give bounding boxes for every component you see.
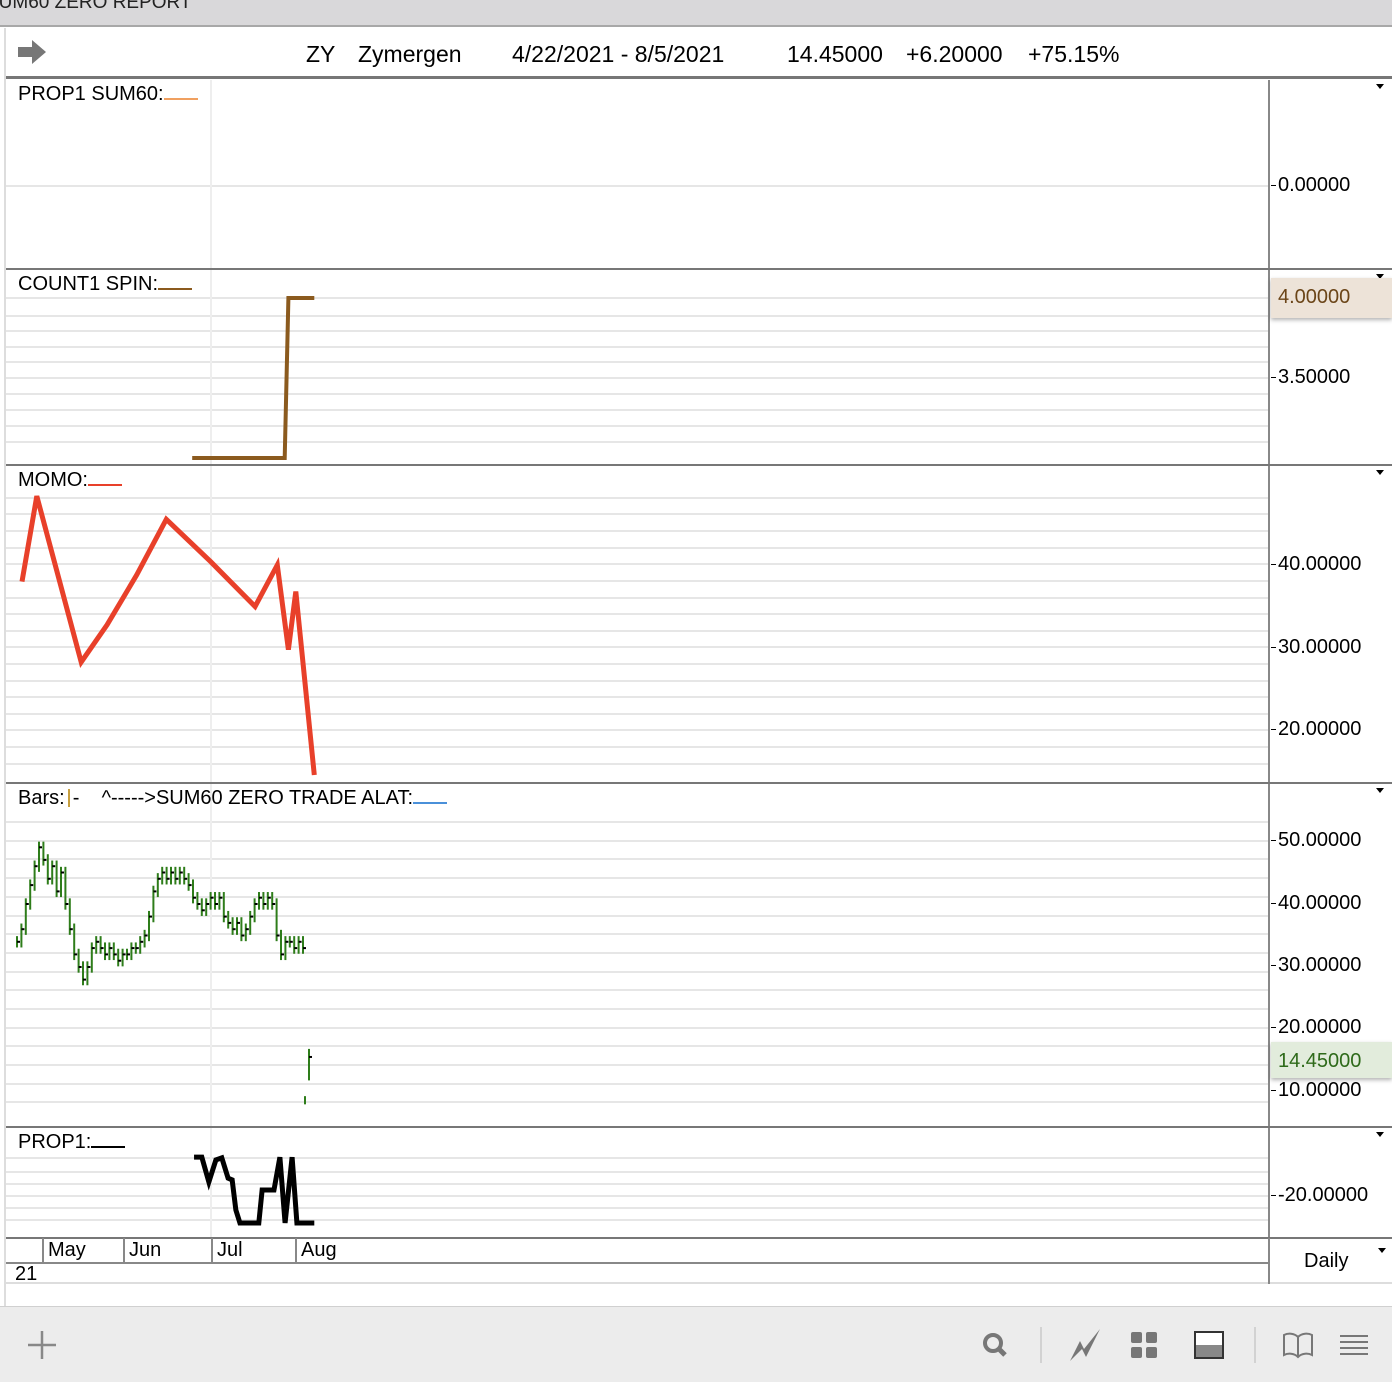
menu-icon[interactable] <box>1336 1327 1372 1363</box>
y-tick: 50.00000 <box>1270 829 1362 851</box>
x-axis: May Jun Jul Aug 21 Daily <box>6 1238 1392 1285</box>
grid-layout-icon[interactable] <box>1126 1327 1162 1363</box>
y-tick: 10.00000 <box>1270 1079 1362 1101</box>
symbol: ZY <box>306 41 336 67</box>
period-dropdown-icon[interactable] <box>1378 1248 1386 1253</box>
x-tick-month: Jun <box>123 1238 161 1262</box>
company-name: Zymergen <box>358 41 462 67</box>
panel-layout-icon[interactable] <box>1191 1327 1227 1363</box>
y-tick: -20.00000 <box>1270 1184 1369 1206</box>
pane-count1-spin[interactable]: COUNT1 SPIN: 4.00000 3.50000 <box>6 270 1392 466</box>
window-title: SUM60 ZERO REPORT <box>0 0 1392 27</box>
book-icon[interactable] <box>1280 1327 1316 1363</box>
pane-label: MOMO: <box>18 468 122 492</box>
pane-momo[interactable]: MOMO: 40.00000 30.00000 20.00000 <box>6 466 1392 784</box>
pane-prop1-sum60[interactable]: PROP1 SUM60: 0.00000 <box>6 80 1392 270</box>
y-tick: 0.00000 <box>1270 174 1351 196</box>
current-price-badge: 14.45000 <box>1271 1042 1392 1078</box>
arrow-right-icon[interactable] <box>18 40 46 64</box>
pane-menu-dropdown-icon[interactable] <box>1376 1132 1384 1137</box>
x-tick-month: May <box>42 1238 86 1262</box>
y-tick: 3.50000 <box>1270 366 1351 388</box>
pane-label: PROP1: <box>18 1130 126 1154</box>
pane-menu-dropdown-icon[interactable] <box>1376 788 1384 793</box>
series-line <box>19 495 317 776</box>
chart-header: ZY Zymergen 4/22/2021 - 8/5/2021 14.4500… <box>6 28 1392 79</box>
plot-area <box>6 784 1268 1126</box>
plot-area <box>6 466 1268 782</box>
current-value-badge: 4.00000 <box>1271 278 1392 318</box>
pane-prop1[interactable]: PROP1: -20.00000 <box>6 1128 1392 1239</box>
date-range: 4/22/2021 - 8/5/2021 <box>512 41 725 67</box>
chart-style-icon[interactable] <box>1068 1327 1104 1363</box>
y-tick: 20.00000 <box>1270 1016 1362 1038</box>
plot-area <box>6 270 1268 464</box>
pane-label: COUNT1 SPIN: <box>18 272 193 296</box>
x-tick-year: 21 <box>15 1263 38 1285</box>
add-icon[interactable] <box>24 1327 60 1363</box>
y-tick: 30.00000 <box>1270 954 1362 976</box>
y-tick: 20.00000 <box>1270 718 1362 740</box>
y-tick: 30.00000 <box>1270 636 1362 658</box>
pane-label: Bars: - ^----->SUM60 ZERO TRADE ALAT: <box>18 786 448 810</box>
pane-menu-dropdown-icon[interactable] <box>1376 84 1384 89</box>
plot-area <box>6 1128 1268 1237</box>
x-tick-month: Aug <box>295 1238 337 1262</box>
pane-bars[interactable]: Bars: - ^----->SUM60 ZERO TRADE ALAT: 50.… <box>6 784 1392 1128</box>
plot-area <box>6 80 1268 268</box>
period-select[interactable]: Daily <box>1304 1250 1348 1273</box>
last-price: 14.45000 <box>787 41 883 67</box>
y-tick: 40.00000 <box>1270 892 1362 914</box>
price-change: +6.20000 <box>906 41 1003 67</box>
bottom-toolbar <box>0 1306 1392 1382</box>
series-line <box>194 1154 315 1226</box>
percent-change: +75.15% <box>1028 41 1120 67</box>
x-tick-month: Jul <box>211 1238 243 1262</box>
pane-label: PROP1 SUM60: <box>18 82 198 106</box>
y-tick: 40.00000 <box>1270 553 1362 575</box>
search-icon[interactable] <box>977 1327 1013 1363</box>
pane-menu-dropdown-icon[interactable] <box>1376 470 1384 475</box>
